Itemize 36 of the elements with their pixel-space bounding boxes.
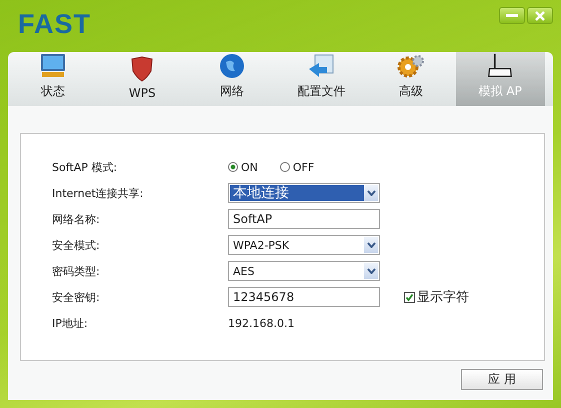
ip-value: 192.168.0.1 [228,316,296,330]
tab[interactable]: 配置文件 [276,52,366,106]
input-field[interactable]: SoftAP [228,209,380,229]
radio-button[interactable]: ON [228,160,258,174]
gears-icon [396,53,425,79]
close-icon [535,10,545,20]
globe-icon [218,53,245,79]
apply-button[interactable]: 应 用 [461,369,543,390]
dropdown[interactable]: 本地连接 [228,183,380,203]
field-label: 安全密钥: [52,290,101,304]
radio-button[interactable]: OFF [280,160,314,174]
field-label: 密码类型: [52,264,101,278]
dropdown[interactable]: AES [228,261,380,281]
caret-icon [364,185,378,201]
check-icon [405,292,414,302]
minimize-icon [506,14,518,18]
dropdown[interactable]: WPA2-PSK [228,235,380,255]
document-arrow-icon [307,53,336,79]
caret-icon [364,263,378,279]
close-button[interactable] [527,7,553,24]
tab[interactable]: WPS [98,52,187,106]
field-label: IP地址: [52,316,89,330]
checkbox[interactable]: 显示字符 [404,288,544,306]
tab[interactable]: 网络 [187,52,276,106]
shield-icon [129,56,156,82]
logo: FAST [18,9,92,40]
field-label: 安全模式: [52,238,101,252]
monitor-icon [38,53,67,79]
field-label: Internet连接共享: [52,186,144,200]
input-field[interactable]: 12345678 [228,287,380,307]
field-label: 网络名称: [52,212,101,226]
tab[interactable]: 状态 [8,52,98,106]
minimize-button[interactable] [499,7,525,24]
field-label: SoftAP 模式: [52,160,118,174]
tab[interactable]: 高级 [366,52,456,106]
caret-icon [364,237,378,253]
